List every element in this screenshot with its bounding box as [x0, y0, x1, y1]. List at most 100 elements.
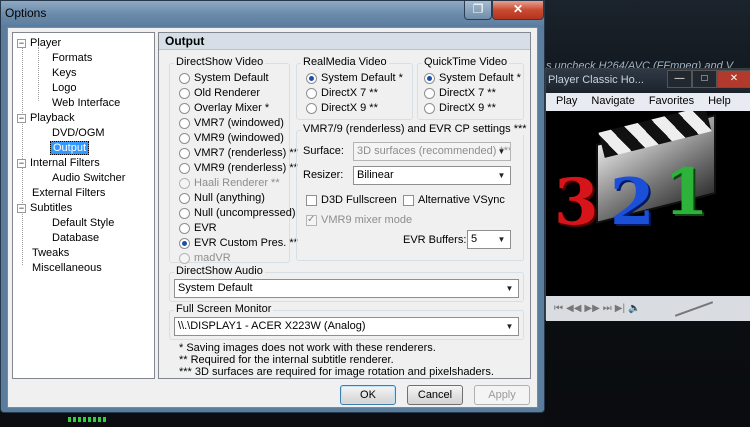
close-icon[interactable]: ✕ — [492, 1, 544, 20]
radio-label: System Default — [194, 72, 269, 84]
radio-evr-custom-pres[interactable]: EVR Custom Pres. ** — [179, 236, 298, 250]
radio-vmr9-windowed[interactable]: VMR9 (windowed) — [179, 131, 284, 145]
dialog-titlebar[interactable]: Options ❐ ✕ — [1, 1, 544, 25]
tree-item-keys[interactable]: Keys — [50, 66, 78, 81]
tree-item-database[interactable]: Database — [50, 231, 101, 246]
radio-button[interactable] — [424, 102, 435, 114]
menu-navigate[interactable]: Navigate — [591, 95, 634, 111]
checkbox[interactable] — [403, 194, 414, 206]
evr-buffers-select[interactable]: 5 ▼ — [467, 230, 511, 249]
collapse-icon[interactable]: − — [17, 113, 26, 123]
radio-button[interactable] — [179, 222, 190, 234]
radio-vmr7-windowed[interactable]: VMR7 (windowed) — [179, 116, 284, 130]
tree-item-dvd-ogm[interactable]: DVD/OGM — [50, 126, 107, 141]
collapse-icon[interactable]: − — [17, 38, 26, 48]
radio-qt-directx9[interactable]: DirectX 9 ** — [424, 101, 496, 115]
tree-item-formats[interactable]: Formats — [50, 51, 94, 66]
tree-item-subtitles[interactable]: − Subtitles — [17, 201, 74, 216]
radio-button[interactable] — [306, 102, 317, 114]
directshow-video-title: DirectShow Video — [174, 56, 266, 68]
radio-vmr7-renderless[interactable]: VMR7 (renderless) ** — [179, 146, 298, 160]
radio-label: DirectX 9 ** — [439, 102, 496, 114]
fast-forward-icon[interactable]: ▶▶ — [584, 303, 599, 314]
radio-button[interactable] — [179, 162, 190, 174]
radio-null-anything[interactable]: Null (anything) — [179, 191, 265, 205]
radio-button[interactable] — [179, 102, 190, 114]
radio-vmr9-renderless[interactable]: VMR9 (renderless) ** — [179, 161, 298, 175]
chevron-down-icon[interactable]: ▼ — [503, 282, 516, 295]
radio-label: System Default * — [321, 72, 403, 84]
volume-slider[interactable] — [674, 300, 713, 317]
collapse-icon[interactable]: − — [17, 203, 26, 213]
tree-item-playback[interactable]: − Playback — [17, 111, 77, 126]
surface-label: Surface: — [303, 145, 344, 157]
radio-button[interactable] — [179, 72, 190, 84]
next-icon[interactable]: ⏭ — [603, 303, 612, 314]
alternative-vsync-checkbox[interactable]: Alternative VSync — [403, 193, 505, 207]
resizer-select-value: Bilinear — [357, 169, 394, 181]
radio-button[interactable] — [179, 192, 190, 204]
radio-old-renderer[interactable]: Old Renderer — [179, 86, 260, 100]
directshow-audio-select[interactable]: System Default ▼ — [174, 279, 519, 298]
menu-play[interactable]: Play — [556, 95, 577, 111]
radio-label: System Default * — [439, 72, 521, 84]
radio-rm-directx7[interactable]: DirectX 7 ** — [306, 86, 378, 100]
menu-favorites[interactable]: Favorites — [649, 95, 694, 111]
ok-button[interactable]: OK — [340, 385, 396, 405]
chevron-down-icon[interactable]: ▼ — [495, 233, 508, 246]
chevron-down-icon[interactable]: ▼ — [503, 320, 516, 333]
radio-overlay-mixer[interactable]: Overlay Mixer * — [179, 101, 269, 115]
tree-item-default-style[interactable]: Default Style — [50, 216, 116, 231]
radio-null-uncompressed[interactable]: Null (uncompressed) — [179, 206, 295, 220]
tree-item-logo[interactable]: Logo — [50, 81, 78, 96]
radio-button[interactable] — [179, 117, 190, 129]
radio-button-selected[interactable] — [424, 72, 435, 84]
radio-button[interactable] — [306, 87, 317, 99]
radio-button[interactable] — [179, 132, 190, 144]
checkbox[interactable] — [306, 194, 317, 206]
close-icon[interactable]: ✕ — [717, 70, 750, 88]
d3d-fullscreen-checkbox[interactable]: D3D Fullscreen — [306, 193, 397, 207]
volume-icon[interactable]: 🔈 — [628, 303, 640, 314]
tree-item-audio-switcher[interactable]: Audio Switcher — [50, 171, 127, 186]
radio-evr[interactable]: EVR — [179, 221, 217, 235]
radio-button[interactable] — [424, 87, 435, 99]
radio-qt-directx7[interactable]: DirectX 7 ** — [424, 86, 496, 100]
checkbox-label: Alternative VSync — [418, 194, 505, 206]
tree-item-web-interface[interactable]: Web Interface — [50, 96, 122, 111]
menu-help[interactable]: Help — [708, 95, 731, 111]
radio-system-default[interactable]: System Default — [179, 71, 269, 85]
full-screen-monitor-select[interactable]: \\.\DISPLAY1 - ACER X223W (Analog) ▼ — [174, 317, 519, 336]
previous-icon[interactable]: ⏮ — [554, 303, 563, 314]
radio-button[interactable] — [179, 87, 190, 99]
tree-item-internal-filters[interactable]: − Internal Filters — [17, 156, 102, 171]
radio-button-selected[interactable] — [306, 72, 317, 84]
radio-button-selected[interactable] — [179, 237, 190, 249]
cancel-button[interactable]: Cancel — [407, 385, 463, 405]
radio-qt-system-default[interactable]: System Default * — [424, 71, 521, 85]
page-title: Output — [159, 33, 530, 50]
radio-rm-system-default[interactable]: System Default * — [306, 71, 403, 85]
dialog-client-area: − Player Formats Keys Logo Web Interface … — [7, 27, 538, 408]
radio-button[interactable] — [179, 147, 190, 159]
maximize-icon[interactable]: □ — [692, 70, 717, 88]
resizer-select[interactable]: Bilinear ▼ — [353, 166, 511, 185]
tree-item-player[interactable]: − Player — [17, 36, 63, 51]
radio-button[interactable] — [179, 207, 190, 219]
evr-buffers-value: 5 — [471, 233, 478, 245]
minimize-icon[interactable]: — — [667, 70, 692, 88]
tree-item-miscellaneous[interactable]: Miscellaneous — [30, 261, 104, 276]
tree-item-player-label: Player — [30, 37, 62, 49]
radio-rm-directx9[interactable]: DirectX 9 ** — [306, 101, 378, 115]
radio-label: VMR7 (renderless) ** — [194, 147, 298, 159]
tree-item-tweaks[interactable]: Tweaks — [30, 246, 71, 261]
collapse-icon[interactable]: − — [17, 158, 26, 168]
frame-step-icon[interactable]: ▶| — [615, 303, 625, 314]
checkbox-label: VMR9 mixer mode — [321, 214, 413, 226]
chevron-down-icon[interactable]: ▼ — [495, 169, 508, 182]
rewind-icon[interactable]: ◀◀ — [566, 303, 581, 314]
tree-item-output[interactable]: Output — [50, 141, 90, 156]
tree-item-external-filters[interactable]: External Filters — [30, 186, 107, 201]
restore-icon[interactable]: ❐ — [464, 1, 492, 20]
tree-item-keys-label: Keys — [52, 67, 77, 79]
